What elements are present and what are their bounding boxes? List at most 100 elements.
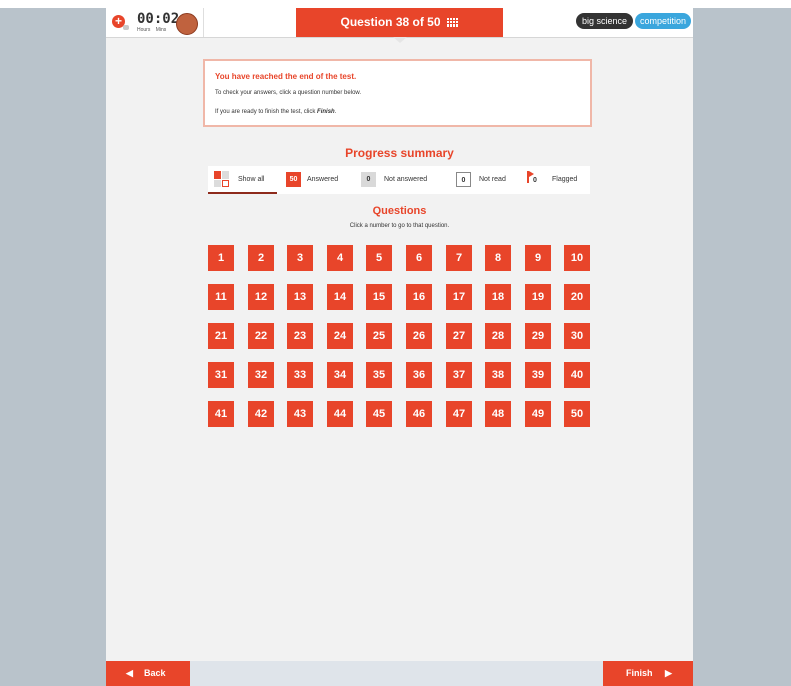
test-app: + 00:02 Hours Mins Question 38 of 50 big…	[106, 8, 693, 686]
question-button-33[interactable]: 33	[287, 362, 313, 388]
question-button-16[interactable]: 16	[406, 284, 432, 310]
progress-summary-title: Progress summary	[345, 146, 454, 160]
question-button-27[interactable]: 27	[446, 323, 472, 349]
filter-flagged-label: Flagged	[552, 176, 578, 183]
header-divider	[203, 8, 204, 37]
questions-subtitle: Click a number to go to that question.	[349, 223, 450, 229]
filter-show-all-label: Show all	[238, 176, 265, 183]
question-button-39[interactable]: 39	[525, 362, 551, 388]
question-button-6[interactable]: 6	[406, 245, 432, 271]
question-button-23[interactable]: 23	[287, 323, 313, 349]
question-button-1[interactable]: 1	[208, 245, 234, 271]
timer-unit-mins: Mins	[155, 27, 167, 33]
answered-count-badge: 50	[286, 172, 301, 187]
filter-answered[interactable]: 50 Answered	[283, 166, 355, 194]
timer-display: 00:02	[137, 11, 180, 27]
filter-not-answered[interactable]: 0 Not answered	[358, 166, 442, 194]
banner-pointer	[393, 37, 407, 43]
back-button-label: Back	[144, 668, 166, 678]
flagged-count: 0	[533, 177, 537, 184]
question-button-37[interactable]: 37	[446, 362, 472, 388]
message-line-2-text: If you are ready to finish the test, cli…	[215, 109, 318, 115]
question-button-28[interactable]: 28	[485, 323, 511, 349]
grid-icon	[446, 18, 459, 27]
question-indicator-label: Question 38 of 50	[340, 15, 441, 29]
question-button-5[interactable]: 5	[366, 245, 392, 271]
question-button-34[interactable]: 34	[327, 362, 353, 388]
question-button-4[interactable]: 4	[327, 245, 353, 271]
timer-unit-hours: Hours	[137, 27, 151, 33]
filter-answered-label: Answered	[307, 176, 339, 183]
brand-logo-right: competition	[635, 13, 692, 29]
filter-flagged[interactable]: 0 Flagged	[523, 166, 589, 194]
question-button-12[interactable]: 12	[248, 284, 274, 310]
filter-not-answered-label: Not answered	[384, 176, 428, 183]
message-line-2: If you are ready to finish the test, cli…	[215, 109, 336, 115]
message-title: You have reached the end of the test.	[215, 72, 357, 81]
question-button-30[interactable]: 30	[564, 323, 590, 349]
question-button-31[interactable]: 31	[208, 362, 234, 388]
question-button-22[interactable]: 22	[248, 323, 274, 349]
question-button-35[interactable]: 35	[366, 362, 392, 388]
question-button-50[interactable]: 50	[564, 401, 590, 427]
question-button-15[interactable]: 15	[366, 284, 392, 310]
header-bar: + 00:02 Hours Mins Question 38 of 50 big…	[106, 8, 693, 38]
question-button-25[interactable]: 25	[366, 323, 392, 349]
question-button-8[interactable]: 8	[485, 245, 511, 271]
question-button-7[interactable]: 7	[446, 245, 472, 271]
finish-button[interactable]: Finish ▶	[603, 661, 693, 686]
question-button-29[interactable]: 29	[525, 323, 551, 349]
question-button-48[interactable]: 48	[485, 401, 511, 427]
question-button-42[interactable]: 42	[248, 401, 274, 427]
question-button-11[interactable]: 11	[208, 284, 234, 310]
add-icon[interactable]: +	[112, 15, 129, 30]
question-button-43[interactable]: 43	[287, 401, 313, 427]
filter-show-all[interactable]: Show all	[208, 166, 277, 194]
questions-title: Questions	[372, 205, 427, 217]
question-button-2[interactable]: 2	[248, 245, 274, 271]
filter-not-read[interactable]: 0 Not read	[453, 166, 519, 194]
question-button-18[interactable]: 18	[485, 284, 511, 310]
message-line-1: To check your answers, click a question …	[215, 90, 362, 96]
message-line-2-end: .	[334, 109, 337, 115]
question-button-10[interactable]: 10	[564, 245, 590, 271]
back-button[interactable]: ◀ Back	[106, 661, 190, 686]
question-button-40[interactable]: 40	[564, 362, 590, 388]
question-button-46[interactable]: 46	[406, 401, 432, 427]
question-button-36[interactable]: 36	[406, 362, 432, 388]
not-answered-count-badge: 0	[361, 172, 376, 187]
filter-not-read-label: Not read	[479, 176, 506, 183]
message-finish-emphasis: Finish	[317, 109, 335, 115]
question-button-49[interactable]: 49	[525, 401, 551, 427]
question-button-19[interactable]: 19	[525, 284, 551, 310]
question-button-9[interactable]: 9	[525, 245, 551, 271]
question-button-32[interactable]: 32	[248, 362, 274, 388]
question-button-38[interactable]: 38	[485, 362, 511, 388]
not-read-count-badge: 0	[456, 172, 471, 187]
finish-button-label: Finish	[626, 668, 653, 678]
question-button-20[interactable]: 20	[564, 284, 590, 310]
flag-icon: 0	[526, 171, 541, 188]
progress-filter-bar: Show all 50 Answered 0 Not answered 0 No…	[208, 166, 590, 194]
question-button-41[interactable]: 41	[208, 401, 234, 427]
question-button-44[interactable]: 44	[327, 401, 353, 427]
question-button-17[interactable]: 17	[446, 284, 472, 310]
question-grid: 1 2 3 4 5 6 7 8 9 10 11 12 13 14 15 16 17 18 19 20 21 22 23 24 2…	[208, 245, 591, 427]
end-of-test-message: You have reached the end of the test. To…	[203, 59, 592, 127]
clock-icon[interactable]	[176, 13, 198, 35]
question-button-26[interactable]: 26	[406, 323, 432, 349]
question-button-13[interactable]: 13	[287, 284, 313, 310]
question-button-45[interactable]: 45	[366, 401, 392, 427]
window-top-edge	[0, 0, 791, 8]
question-button-21[interactable]: 21	[208, 323, 234, 349]
question-button-47[interactable]: 47	[446, 401, 472, 427]
brand-logo-left: big science	[576, 13, 634, 29]
show-all-icon	[214, 171, 230, 187]
footer-bar: ◀ Back Finish ▶	[106, 661, 693, 686]
question-button-3[interactable]: 3	[287, 245, 313, 271]
chevron-left-icon: ◀	[126, 668, 133, 678]
question-indicator[interactable]: Question 38 of 50	[296, 8, 503, 37]
question-button-14[interactable]: 14	[327, 284, 353, 310]
question-button-24[interactable]: 24	[327, 323, 353, 349]
chevron-right-icon: ▶	[665, 668, 672, 678]
